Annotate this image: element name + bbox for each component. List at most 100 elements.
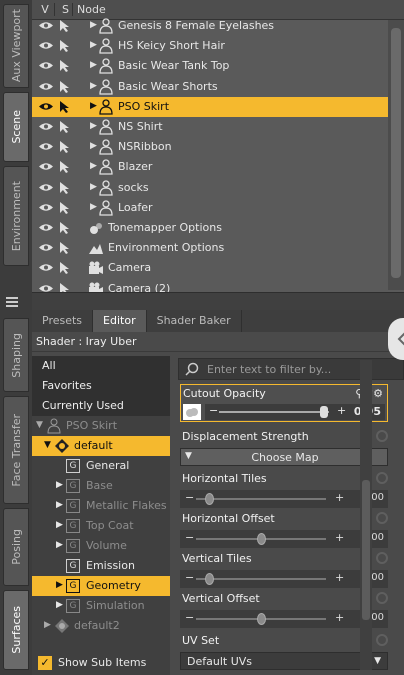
group-favorites[interactable]: Favorites: [32, 376, 170, 396]
tab-aux-viewport[interactable]: Aux Viewport: [3, 4, 29, 88]
expand-arrow-icon[interactable]: ▶: [56, 500, 63, 510]
property-group-item[interactable]: ▶ G Simulation: [32, 596, 170, 616]
tab-environment[interactable]: Environment: [3, 166, 29, 266]
slider-knob[interactable]: [205, 573, 214, 585]
scene-node-row[interactable]: ▶ Basic Wear Shorts: [32, 77, 388, 97]
expand-arrow-icon[interactable]: ▶: [90, 141, 97, 151]
decrement-icon[interactable]: −: [185, 531, 194, 544]
expand-arrow-icon[interactable]: ▶: [90, 40, 97, 50]
expand-arrow-icon[interactable]: ▶: [44, 620, 51, 630]
scene-node-row[interactable]: ▶ NSRibbon: [32, 137, 388, 157]
panel-pull-tab[interactable]: [388, 318, 404, 360]
expand-arrow-icon[interactable]: ▶: [90, 121, 97, 131]
slider-knob[interactable]: [319, 406, 328, 418]
cursor-icon[interactable]: [58, 221, 72, 235]
cursor-icon[interactable]: [58, 120, 72, 134]
slider-knob[interactable]: [257, 533, 266, 545]
show-sub-items-checkbox[interactable]: ✓ Show Sub Items: [32, 653, 170, 673]
gear-icon[interactable]: [376, 552, 388, 564]
tree-surface-default2[interactable]: ▶ default2: [32, 616, 170, 636]
property-group-item[interactable]: G Emission: [32, 556, 170, 576]
cursor-icon[interactable]: [58, 39, 72, 53]
tab-presets[interactable]: Presets: [32, 310, 94, 332]
property-group-item[interactable]: G General: [32, 456, 170, 476]
cursor-icon[interactable]: [58, 181, 72, 195]
scrollbar-thumb[interactable]: [362, 480, 370, 620]
scene-node-row[interactable]: Tonemapper Options: [32, 218, 388, 238]
cursor-icon[interactable]: [58, 261, 72, 275]
expand-arrow-icon[interactable]: ▶: [90, 202, 97, 212]
tree-object[interactable]: ▼ PSO Skirt: [32, 416, 170, 436]
scene-node-row[interactable]: ▶ HS Keicy Short Hair: [32, 36, 388, 56]
search-icon[interactable]: [185, 362, 199, 376]
vertical-tiles-slider[interactable]: − + 1.00: [180, 570, 388, 588]
column-visible[interactable]: V: [32, 3, 54, 16]
eye-icon[interactable]: [38, 161, 54, 172]
eye-icon[interactable]: [38, 141, 54, 152]
property-group-item[interactable]: ▶ G Metallic Flakes: [32, 496, 170, 516]
horizontal-offset-slider[interactable]: − + 0.00: [180, 530, 388, 548]
eye-icon[interactable]: [38, 202, 54, 213]
property-group-item[interactable]: ▶ G Volume: [32, 536, 170, 556]
scene-node-row[interactable]: ▶ Loafer: [32, 198, 388, 218]
group-currently-used[interactable]: Currently Used: [32, 396, 170, 416]
expand-arrow-icon[interactable]: ▶: [56, 540, 63, 550]
checkmark-icon[interactable]: ✓: [38, 656, 52, 670]
editor-scrollbar[interactable]: [360, 360, 372, 670]
tab-face-transfer[interactable]: Face Transfer: [3, 396, 29, 504]
slider-knob[interactable]: [257, 613, 266, 625]
decrement-icon[interactable]: −: [209, 404, 218, 417]
group-all[interactable]: All: [32, 356, 170, 376]
texture-map-thumbnail[interactable]: [183, 404, 201, 420]
cursor-icon[interactable]: [58, 19, 72, 33]
expand-arrow-icon[interactable]: ▶: [90, 182, 97, 192]
scene-node-row[interactable]: ▶ Blazer: [32, 157, 388, 177]
pane-splitter[interactable]: [6, 292, 404, 310]
scene-node-row[interactable]: Environment Options: [32, 238, 388, 258]
expand-arrow-icon[interactable]: ▶: [90, 161, 97, 171]
expand-arrow-icon[interactable]: ▶: [90, 81, 97, 91]
decrement-icon[interactable]: −: [185, 571, 194, 584]
choose-map-button[interactable]: ▼ Choose Map: [180, 448, 388, 466]
eye-icon[interactable]: [38, 222, 54, 233]
column-select[interactable]: S: [54, 3, 72, 16]
expand-arrow-icon[interactable]: ▼: [44, 440, 51, 450]
scene-node-row[interactable]: ▶ PSO Skirt: [32, 96, 388, 117]
tab-shader-baker[interactable]: Shader Baker: [147, 310, 242, 332]
expand-arrow-icon[interactable]: ▶: [56, 600, 63, 610]
gear-icon[interactable]: [376, 512, 388, 524]
scene-node-row[interactable]: ▶ Genesis 8 Female Eyelashes: [32, 16, 388, 36]
gear-icon[interactable]: [376, 430, 388, 442]
gear-icon[interactable]: ⚙: [373, 387, 383, 400]
eye-icon[interactable]: [38, 182, 54, 193]
expand-arrow-icon[interactable]: ▶: [90, 20, 97, 30]
vertical-offset-slider[interactable]: − + 0.00: [180, 610, 388, 628]
expand-arrow-icon[interactable]: ▶: [90, 60, 97, 70]
tab-editor[interactable]: Editor: [93, 310, 147, 332]
eye-icon[interactable]: [38, 20, 54, 31]
eye-icon[interactable]: [38, 121, 54, 132]
tree-surface-default[interactable]: ▼ default: [32, 436, 170, 456]
decrement-icon[interactable]: −: [185, 611, 194, 624]
cutout-slider[interactable]: − + 0.95: [205, 404, 385, 420]
cursor-icon[interactable]: [58, 100, 72, 114]
cursor-icon[interactable]: [58, 59, 72, 73]
cursor-icon[interactable]: [58, 201, 72, 215]
expand-arrow-icon[interactable]: ▶: [56, 480, 63, 490]
menu-icon[interactable]: [0, 295, 22, 309]
cursor-icon[interactable]: [58, 80, 72, 94]
property-group-item[interactable]: ▶ G Top Coat: [32, 516, 170, 536]
decrement-icon[interactable]: −: [185, 491, 194, 504]
gear-icon[interactable]: [376, 634, 388, 646]
tab-posing[interactable]: Posing: [3, 508, 29, 586]
scene-node-row[interactable]: ▶ socks: [32, 178, 388, 198]
gear-icon[interactable]: [376, 592, 388, 604]
expand-arrow-icon[interactable]: ▼: [36, 420, 43, 430]
horizontal-tiles-slider[interactable]: − + 1.00: [180, 490, 388, 508]
expand-arrow-icon[interactable]: ▶: [90, 101, 97, 111]
tab-scene[interactable]: Scene: [3, 92, 29, 162]
eye-icon[interactable]: [38, 101, 54, 112]
tab-shaping[interactable]: Shaping: [3, 318, 29, 392]
eye-icon[interactable]: [38, 40, 54, 51]
cursor-icon[interactable]: [58, 140, 72, 154]
